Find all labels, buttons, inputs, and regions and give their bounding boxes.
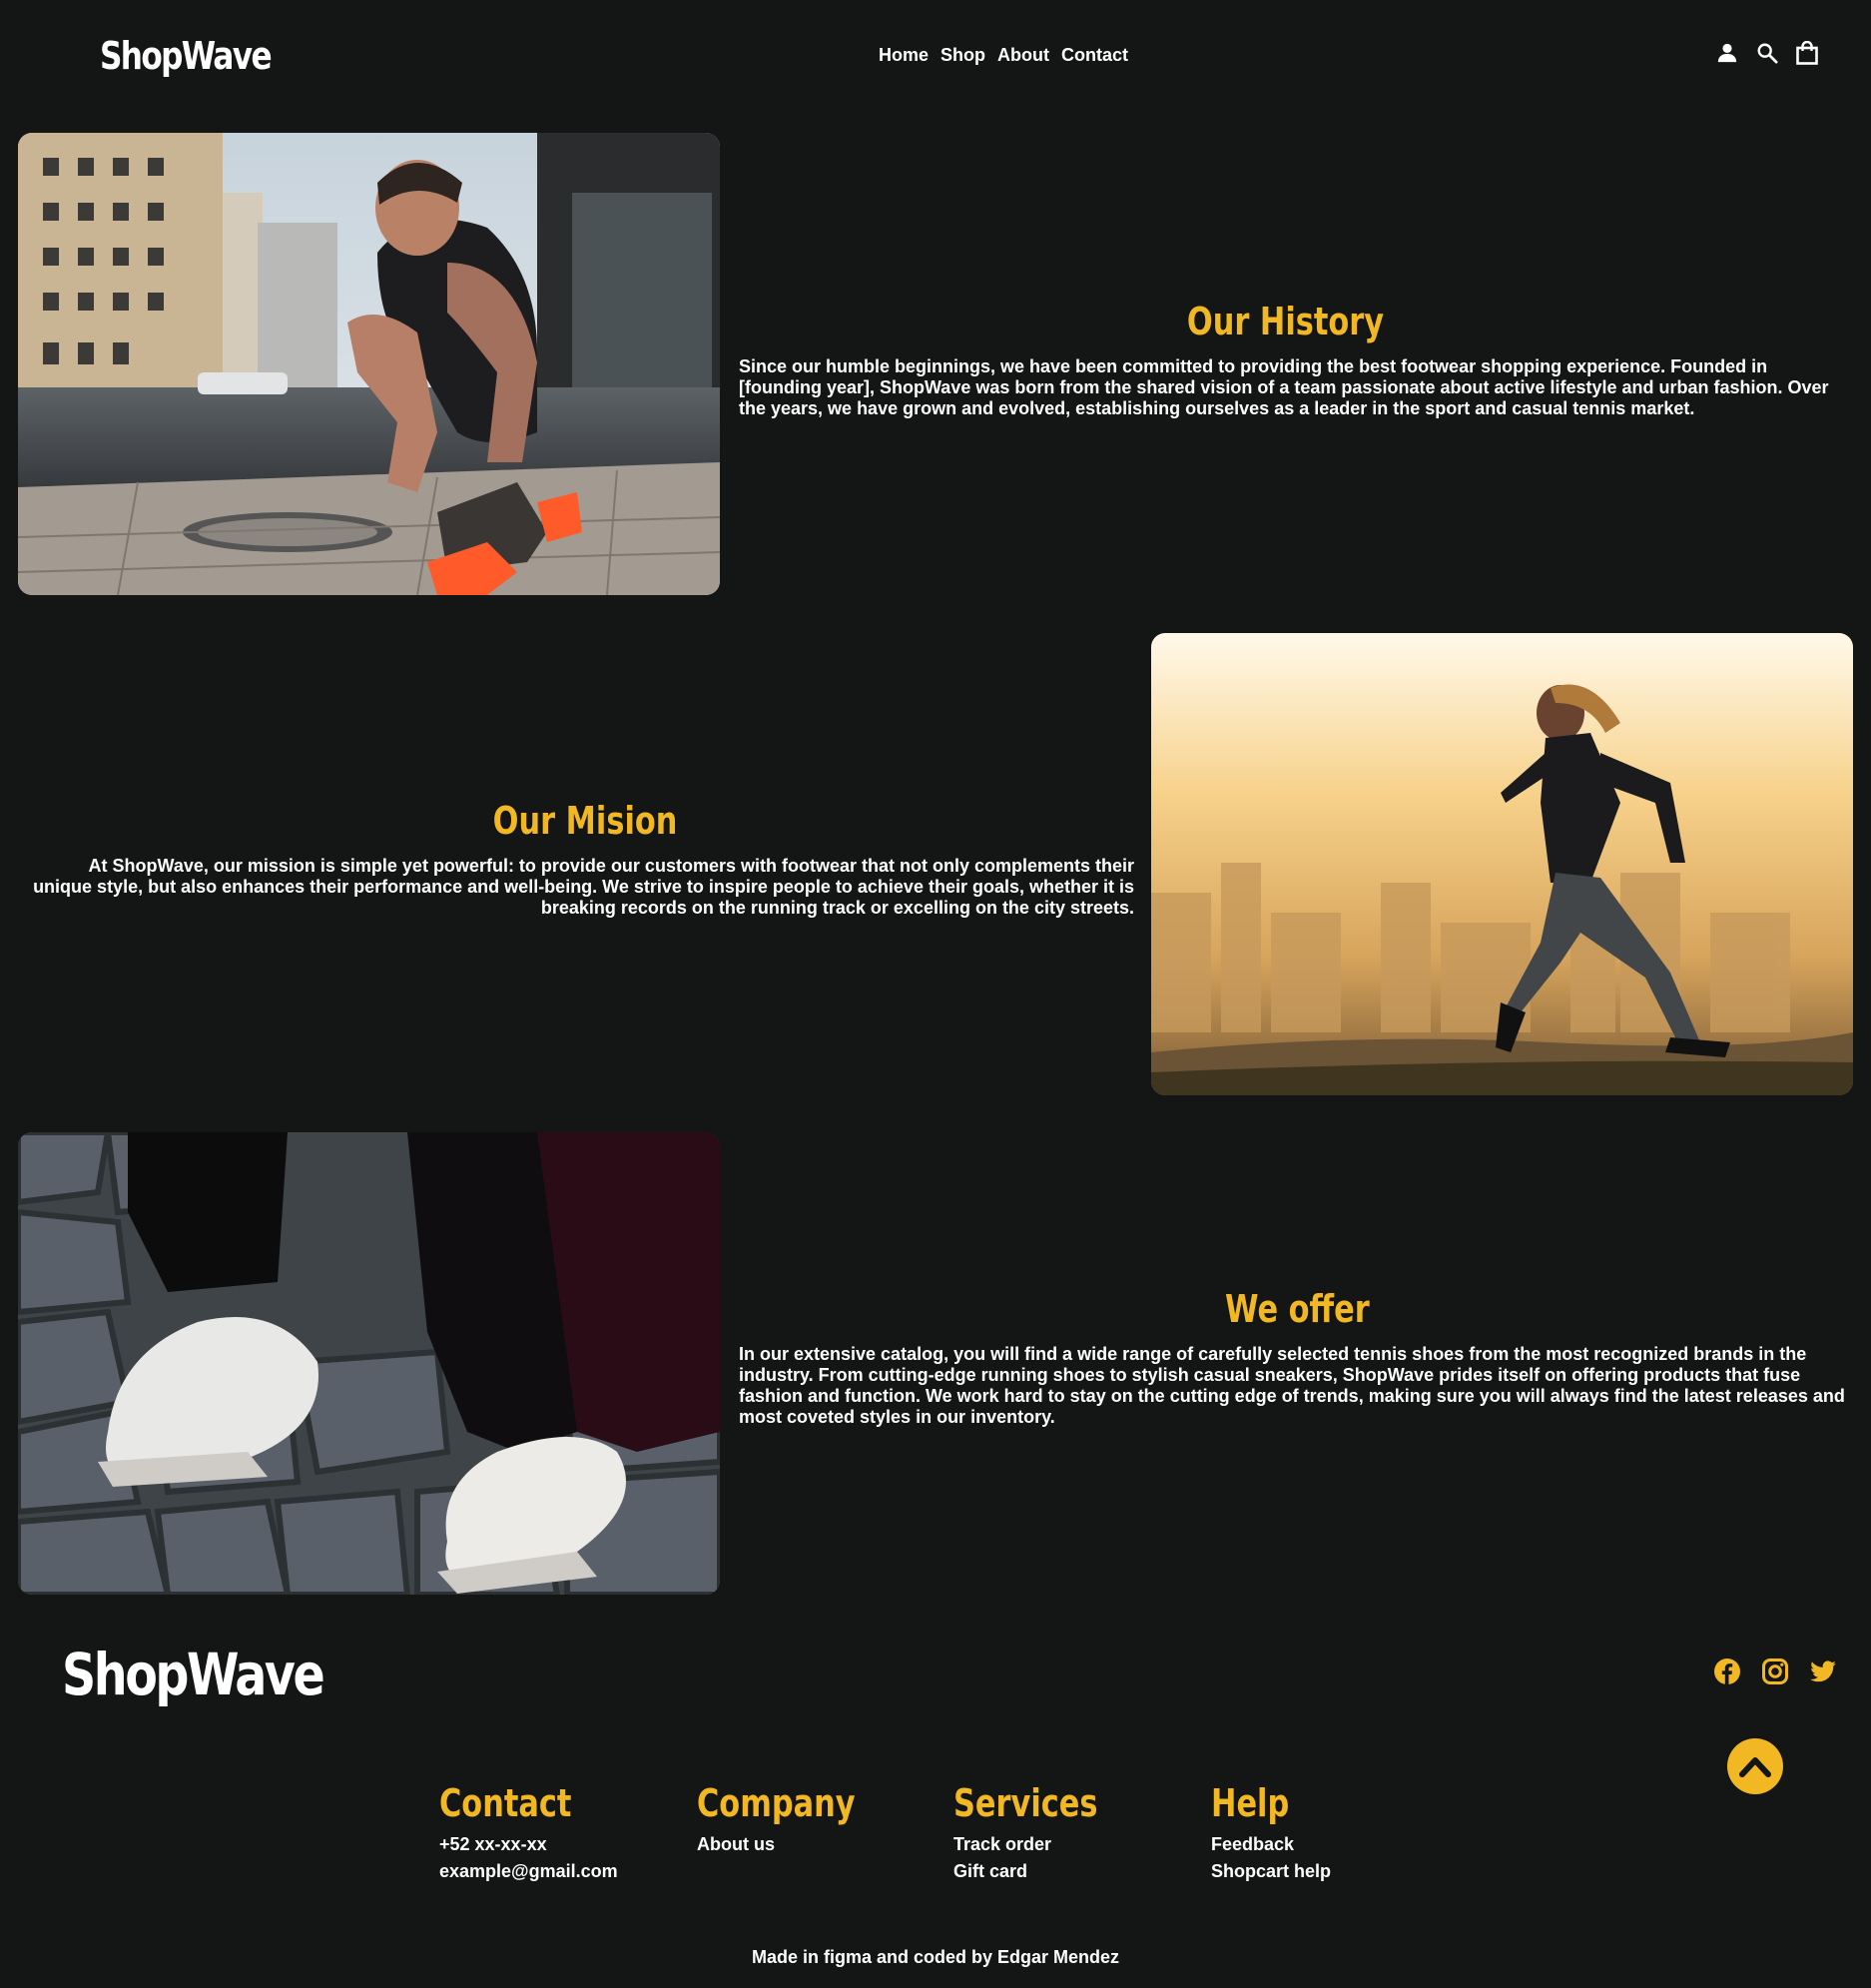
social-links — [1713, 1657, 1837, 1685]
offer-photo-white-sneakers — [18, 1132, 720, 1595]
footer-services-column: Services Track order Gift card — [953, 1781, 1134, 1885]
footer-help-title: Help — [1211, 1781, 1290, 1825]
footer-contact-title: Contact — [439, 1781, 572, 1825]
mission-photo-woman-running — [1151, 633, 1853, 1095]
header-logo[interactable]: ShopWave — [100, 34, 273, 78]
footer-company-title: Company — [697, 1781, 856, 1825]
main-nav: Home Shop About Contact — [879, 45, 1128, 66]
footer-phone[interactable]: +52 xx-xx-xx — [439, 1831, 618, 1858]
history-text: Since our humble beginnings, we have bee… — [739, 356, 1829, 418]
footer-help-column: Help Feedback Shopcart help — [1211, 1781, 1331, 1885]
footer-credit: Made in figma and coded by Edgar Mendez — [751, 1947, 1120, 1967]
nav-shop-link[interactable]: Shop — [940, 45, 985, 66]
footer-shopcart-help-link[interactable]: Shopcart help — [1211, 1858, 1331, 1885]
footer-email[interactable]: example@gmail.com — [439, 1858, 618, 1885]
footer-about-us-link[interactable]: About us — [697, 1831, 895, 1858]
mission-title: Our Mision — [492, 799, 678, 843]
facebook-icon[interactable] — [1713, 1657, 1741, 1685]
nav-contact-link[interactable]: Contact — [1061, 45, 1128, 66]
offer-title: We offer — [1225, 1287, 1370, 1331]
site-header: ShopWave Home Shop About Contact — [0, 0, 1871, 120]
footer-feedback-link[interactable]: Feedback — [1211, 1831, 1331, 1858]
back-to-top-button[interactable] — [1727, 1738, 1783, 1794]
history-title: Our History — [1186, 300, 1385, 343]
user-icon[interactable] — [1715, 40, 1739, 66]
footer-logo[interactable]: ShopWave — [62, 1641, 325, 1708]
mission-text: At ShopWave, our mission is simple yet p… — [33, 856, 1134, 918]
footer-gift-card-link[interactable]: Gift card — [953, 1858, 1134, 1885]
header-actions — [1715, 40, 1819, 66]
footer-contact-column: Contact +52 xx-xx-xx example@gmail.com — [439, 1781, 618, 1885]
search-icon[interactable] — [1755, 40, 1779, 66]
offer-text: In our extensive catalog, you will find … — [739, 1344, 1845, 1427]
shopping-bag-icon[interactable] — [1795, 40, 1819, 66]
footer-company-column: Company About us — [697, 1781, 895, 1858]
nav-home-link[interactable]: Home — [879, 45, 929, 66]
footer-track-order-link[interactable]: Track order — [953, 1831, 1134, 1858]
chevron-up-icon — [1739, 1757, 1771, 1777]
footer-services-title: Services — [953, 1781, 1098, 1825]
twitter-icon[interactable] — [1809, 1657, 1837, 1685]
nav-about-link[interactable]: About — [997, 45, 1049, 66]
instagram-icon[interactable] — [1761, 1657, 1789, 1685]
history-photo-runner-tying-shoe — [18, 133, 720, 595]
